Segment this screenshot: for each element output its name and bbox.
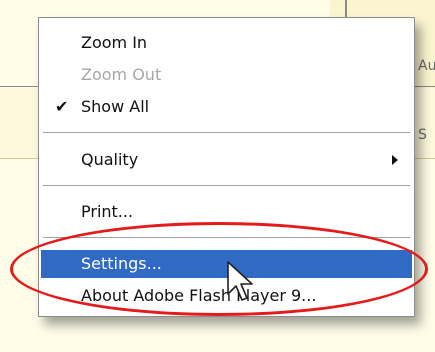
menu-item-label: Show All [81, 97, 150, 116]
menu-item-zoom-out: Zoom Out [41, 61, 412, 89]
backdrop-divider [345, 0, 347, 18]
menu-item-label: Zoom In [81, 33, 148, 52]
menu-item-label: Quality [81, 150, 139, 169]
menu-separator [43, 185, 410, 187]
submenu-arrow-icon [392, 155, 398, 165]
checkmark-icon: ✔ [55, 97, 69, 116]
backdrop-partial-text-2: S [418, 127, 427, 143]
mouse-pointer-icon [227, 261, 253, 301]
menu-item-quality[interactable]: Quality [41, 146, 412, 174]
menu-item-zoom-in[interactable]: Zoom In [41, 29, 412, 57]
menu-item-label: Zoom Out [81, 65, 162, 84]
menu-item-show-all[interactable]: ✔ Show All [41, 93, 412, 121]
menu-separator [43, 132, 410, 134]
backdrop-partial-text: Au [418, 58, 435, 74]
annotation-ellipse [10, 222, 428, 316]
menu-item-label: Print... [81, 202, 134, 221]
